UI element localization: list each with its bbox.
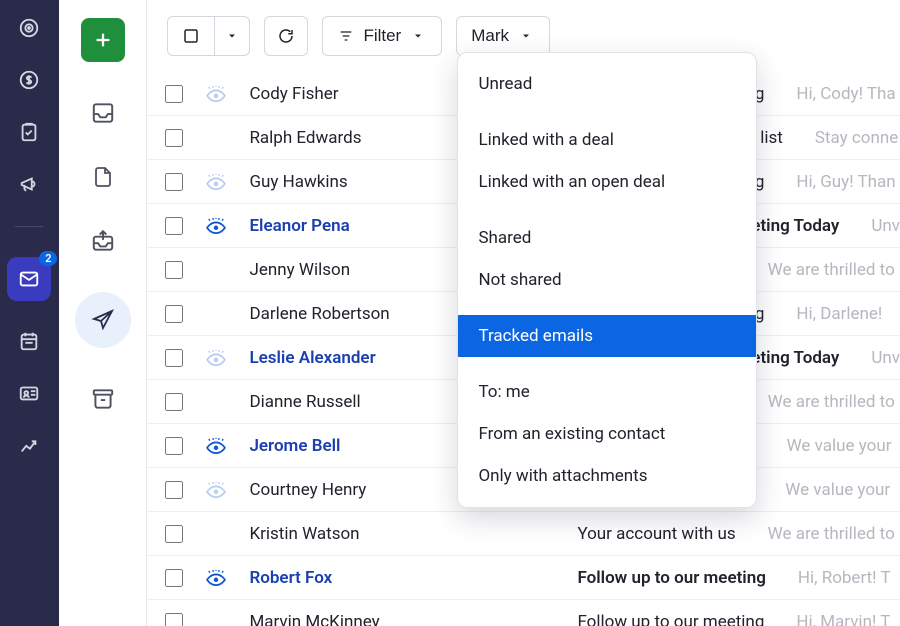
email-preview: We are thrilled to (768, 260, 895, 280)
file-icon[interactable] (90, 164, 116, 190)
caret-down-icon (517, 27, 535, 45)
row-checkbox[interactable] (165, 217, 183, 235)
row-checkbox[interactable] (165, 129, 183, 147)
tracked-eye-icon (205, 438, 227, 454)
paper-plane-icon (90, 307, 116, 333)
mail-icon (17, 267, 41, 291)
caret-down-icon (223, 27, 241, 45)
menu-separator (458, 105, 756, 119)
email-preview: Unv (871, 348, 900, 368)
email-preview: Hi, Darlene! (796, 304, 882, 324)
email-preview: We are thrilled to (768, 524, 895, 544)
email-sender: Robert Fox (249, 568, 559, 588)
row-checkbox[interactable] (165, 349, 183, 367)
row-checkbox[interactable] (165, 85, 183, 103)
nav-divider (15, 226, 43, 227)
row-checkbox[interactable] (165, 525, 183, 543)
refresh-button[interactable] (264, 16, 308, 56)
tracked-eye-icon (205, 482, 227, 498)
filter-button[interactable]: Filter (322, 16, 442, 56)
mark-button-label: Mark (471, 26, 509, 46)
row-checkbox[interactable] (165, 613, 183, 626)
email-preview: Stay conne (815, 128, 898, 148)
tracked-cell (201, 350, 231, 366)
filter-menu-item[interactable]: Linked with an open deal (458, 161, 756, 203)
email-sender: Marvin McKinney (249, 612, 559, 626)
tracked-eye-icon (205, 174, 227, 190)
filter-menu-item[interactable]: From an existing contact (458, 413, 756, 455)
send-button[interactable] (75, 292, 131, 348)
menu-separator (458, 203, 756, 217)
menu-separator (458, 357, 756, 371)
calendar-icon[interactable] (17, 329, 41, 353)
tracked-cell (201, 86, 231, 102)
email-row[interactable]: Marvin McKinney Follow up to our meeting H… (147, 600, 900, 626)
contact-card-icon[interactable] (17, 381, 41, 405)
email-row[interactable]: Robert Fox Follow up to our meeting Hi, Ro… (147, 556, 900, 600)
menu-separator (458, 301, 756, 315)
mail-subnav (59, 0, 147, 626)
clipboard-check-icon[interactable] (17, 120, 41, 144)
tracked-cell (201, 218, 231, 234)
inbox-icon[interactable] (90, 100, 116, 126)
filter-icon (337, 27, 355, 45)
filter-menu-item[interactable]: Linked with a deal (458, 119, 756, 161)
filter-menu-item[interactable]: Tracked emails (458, 315, 756, 357)
mark-button[interactable]: Mark (456, 16, 550, 56)
archive-icon[interactable] (90, 386, 116, 412)
tracked-eye-icon (205, 350, 227, 366)
target-icon[interactable] (17, 16, 41, 40)
filter-menu-item[interactable]: Not shared (458, 259, 756, 301)
email-sender: Kristin Watson (249, 524, 559, 544)
email-preview: Hi, Robert! T (798, 568, 891, 588)
tracked-cell (201, 438, 231, 454)
email-preview: Hi, Cody! Tha (796, 84, 895, 104)
select-all-dropdown[interactable] (214, 16, 250, 56)
filter-menu-item[interactable]: Shared (458, 217, 756, 259)
row-checkbox[interactable] (165, 481, 183, 499)
tracked-cell (201, 570, 231, 586)
filter-dropdown: Unread Linked with a dealLinked with an o… (457, 52, 757, 508)
email-subject: Follow up to our meeting (577, 568, 765, 588)
row-checkbox[interactable] (165, 569, 183, 587)
compose-button[interactable] (81, 18, 125, 62)
primary-nav: 2 (0, 0, 59, 626)
filter-menu-item[interactable]: Only with attachments (458, 455, 756, 497)
email-preview: We are thrilled to (768, 392, 895, 412)
mail-badge: 2 (39, 251, 57, 266)
megaphone-icon[interactable] (17, 172, 41, 196)
row-checkbox[interactable] (165, 173, 183, 191)
tracked-eye-icon (205, 86, 227, 102)
email-preview: We value your (785, 480, 890, 500)
email-subject: Follow up to our meeting (577, 612, 764, 626)
tracked-cell (201, 174, 231, 190)
main-pane: Filter Mark Cody FisherFollow up to our … (147, 0, 900, 626)
filter-menu-item[interactable]: To: me (458, 371, 756, 413)
outbox-icon[interactable] (90, 228, 116, 254)
email-preview: Unv (871, 216, 900, 236)
chart-line-icon[interactable] (17, 433, 41, 457)
email-preview: Hi, Guy! Than (796, 172, 895, 192)
caret-down-icon (409, 27, 427, 45)
row-checkbox[interactable] (165, 261, 183, 279)
email-row[interactable]: Kristin Watson Your account with us We are… (147, 512, 900, 556)
dollar-icon[interactable] (17, 68, 41, 92)
filter-menu-item[interactable]: Unread (458, 63, 756, 105)
select-all-checkbox[interactable] (167, 16, 215, 56)
email-preview: We value your (787, 436, 892, 456)
tracked-eye-icon (205, 218, 227, 234)
tracked-eye-icon (205, 570, 227, 586)
row-checkbox[interactable] (165, 305, 183, 323)
select-all-group (167, 16, 250, 56)
refresh-icon (277, 27, 295, 45)
nav-mail-active[interactable]: 2 (7, 257, 51, 301)
row-checkbox[interactable] (165, 393, 183, 411)
tracked-cell (201, 482, 231, 498)
checkbox-empty-icon (182, 27, 200, 45)
email-subject: Your account with us (577, 524, 735, 544)
row-checkbox[interactable] (165, 437, 183, 455)
filter-button-label: Filter (363, 26, 401, 46)
email-preview: Hi, Marvin! T (796, 612, 890, 626)
